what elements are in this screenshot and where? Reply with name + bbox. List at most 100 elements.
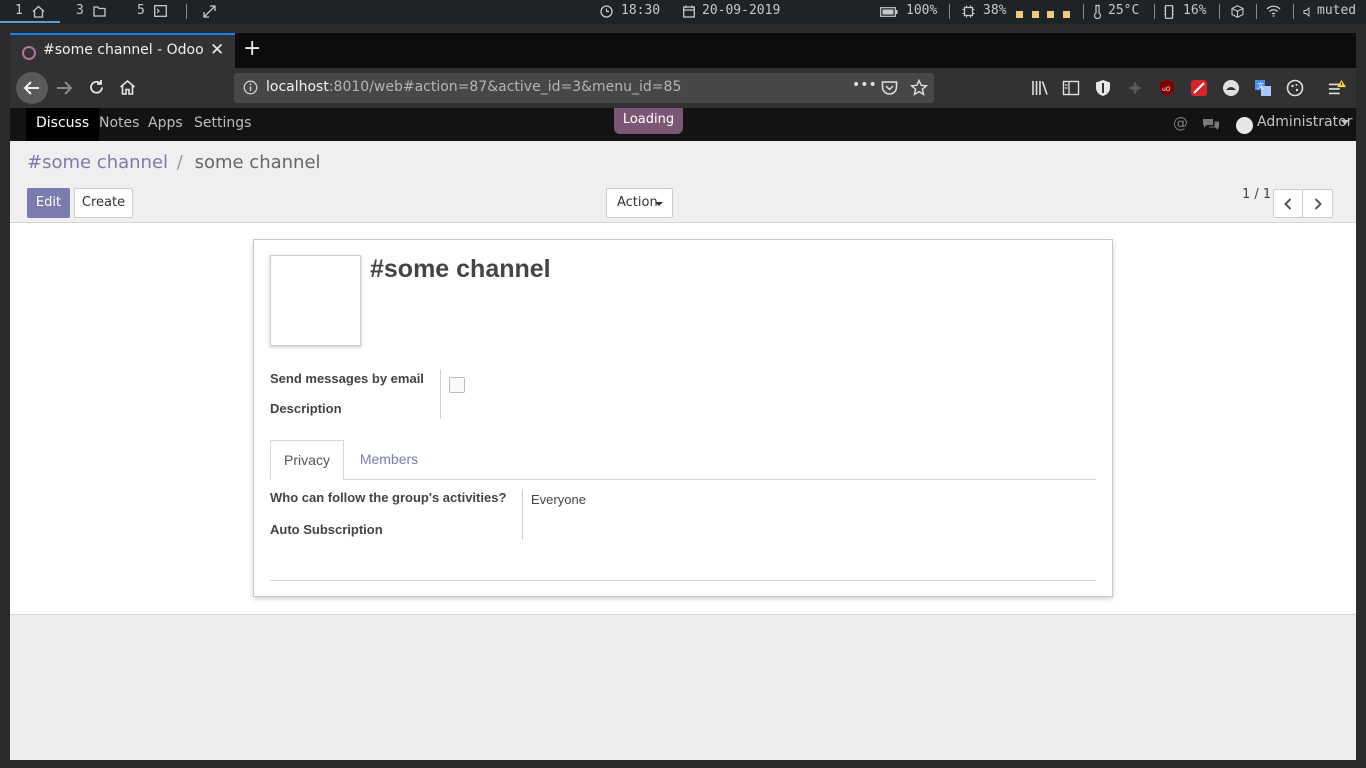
avatar	[1236, 117, 1253, 134]
pager-previous-button[interactable]	[1273, 189, 1303, 218]
browser-tab-active[interactable]: #some channel - Odoo ✕	[10, 33, 235, 68]
separator	[1083, 4, 1084, 19]
navigation-toolbar: localhost:8010/web#action=87&active_id=3…	[10, 68, 1356, 108]
sidebar-icon[interactable]	[1062, 79, 1080, 97]
follow-permission-value: Everyone	[531, 492, 586, 507]
send-email-label: Send messages by email	[270, 371, 424, 386]
action-dropdown[interactable]: Action	[606, 188, 673, 218]
breadcrumb: #some channel / some channel	[27, 152, 321, 173]
page-actions-icon[interactable]: •••	[852, 77, 877, 93]
clock-icon	[600, 5, 613, 18]
tab-privacy[interactable]: Privacy	[270, 440, 344, 480]
home-button[interactable]	[119, 79, 136, 96]
tab-bar: #some channel - Odoo ✕ +	[10, 33, 1356, 68]
separator	[949, 4, 950, 19]
send-email-checkbox[interactable]	[449, 377, 465, 393]
battery-level: 100%	[906, 3, 938, 18]
separator	[1256, 4, 1257, 19]
breadcrumb-current: some channel	[194, 152, 321, 173]
calendar-icon	[683, 5, 695, 18]
temperature: 25°C	[1108, 3, 1140, 18]
mentions-icon[interactable]: @	[1173, 114, 1188, 132]
clock-time: 18:30	[621, 3, 661, 18]
folder-icon	[93, 6, 106, 17]
separator	[186, 4, 187, 19]
reload-button[interactable]	[88, 79, 105, 96]
user-name: Administrator	[1257, 114, 1353, 130]
cpu-core-bar	[1032, 11, 1039, 18]
odoo-favicon-icon	[22, 46, 36, 60]
url-text: localhost:8010/web#action=87&active_id=3…	[266, 79, 682, 95]
messages-icon[interactable]	[1202, 117, 1220, 132]
ublock-icon[interactable]: uO	[1158, 79, 1176, 97]
loading-indicator: Loading	[614, 108, 683, 134]
translate-icon[interactable]: 文	[1254, 79, 1272, 97]
tab-members[interactable]: Members	[354, 440, 424, 480]
menu-alert-icon[interactable]	[1328, 79, 1346, 97]
volume-status: muted	[1317, 3, 1357, 18]
svg-text:文: 文	[1257, 81, 1264, 90]
home-icon	[32, 5, 45, 18]
caret-down-icon	[655, 202, 663, 206]
info-icon[interactable]	[243, 80, 258, 95]
action-label: Action	[617, 195, 658, 210]
browser-window: #some channel - Odoo ✕ + localhost:8010/…	[10, 33, 1356, 760]
cpu-icon	[962, 5, 975, 18]
system-status-bar: 1 3 5 18:30 20-09-2019 100% 38% 25°C 16%…	[0, 0, 1366, 24]
url-bar[interactable]: localhost:8010/web#action=87&active_id=3…	[234, 73, 934, 103]
back-button[interactable]	[16, 72, 48, 104]
edit-button[interactable]: Edit	[27, 188, 70, 218]
new-tab-icon[interactable]: +	[243, 36, 261, 61]
chevron-left-icon	[1284, 198, 1292, 210]
close-tab-icon[interactable]: ✕	[210, 40, 224, 60]
memory-icon	[1164, 5, 1174, 19]
odoo-app: Discuss Notes Apps Settings Loading @ Ad…	[10, 108, 1356, 760]
active-workspace-indicator	[0, 21, 60, 23]
red-extension-icon[interactable]	[1190, 79, 1208, 97]
workspace-3[interactable]: 3	[76, 3, 84, 18]
forward-button[interactable]	[55, 80, 73, 96]
caret-down-icon	[1341, 120, 1349, 125]
menu-settings[interactable]: Settings	[184, 108, 261, 141]
pocket-icon[interactable]	[881, 80, 898, 96]
auto-subscription-label: Auto Subscription	[270, 522, 383, 537]
arrow-left-icon	[23, 81, 39, 95]
bookmark-star-icon[interactable]	[910, 79, 928, 97]
field-separator	[440, 369, 441, 419]
library-icon[interactable]	[1031, 79, 1049, 97]
workspace-1[interactable]: 1	[15, 3, 23, 18]
workspace-5[interactable]: 5	[137, 3, 145, 18]
chevron-right-icon	[1314, 198, 1322, 210]
shield-extension-icon[interactable]	[1094, 79, 1112, 97]
field-separator	[522, 489, 523, 540]
create-button[interactable]: Create	[74, 188, 133, 218]
package-icon	[1231, 5, 1244, 18]
clock-date: 20-09-2019	[702, 3, 781, 18]
incognito-extension-icon[interactable]	[1222, 79, 1240, 97]
separator	[1293, 4, 1294, 19]
separator	[1154, 4, 1155, 19]
pager-next-button[interactable]	[1302, 189, 1333, 218]
form-sheet: #some channel Send messages by email Des…	[253, 239, 1113, 597]
cpu-core-bar	[1016, 11, 1023, 18]
tab-title: #some channel - Odoo	[43, 42, 204, 58]
battery-icon	[880, 7, 898, 17]
cookie-icon[interactable]	[1286, 79, 1304, 97]
control-panel: #some channel / some channel Edit Create…	[10, 141, 1356, 223]
svg-text:uO: uO	[1162, 86, 1171, 93]
breadcrumb-separator: /	[176, 152, 183, 173]
memory-usage: 16%	[1183, 3, 1207, 18]
form-view: #some channel Send messages by email Des…	[10, 223, 1356, 615]
pager-value[interactable]: 1 / 1	[1242, 187, 1271, 202]
follow-permission-label: Who can follow the group's activities?	[270, 490, 507, 505]
thermometer-icon	[1093, 4, 1102, 19]
cpu-core-bar	[1047, 11, 1054, 18]
separator	[1219, 4, 1220, 19]
channel-image[interactable]	[270, 255, 361, 346]
cpu-usage: 38%	[983, 3, 1007, 18]
fullscreen-icon[interactable]	[203, 5, 216, 18]
puzzle-extension-icon[interactable]	[1126, 79, 1144, 97]
cpu-core-bar	[1063, 11, 1070, 18]
breadcrumb-parent[interactable]: #some channel	[27, 152, 168, 173]
odoo-main-navbar: Discuss Notes Apps Settings Loading @ Ad…	[10, 108, 1356, 141]
